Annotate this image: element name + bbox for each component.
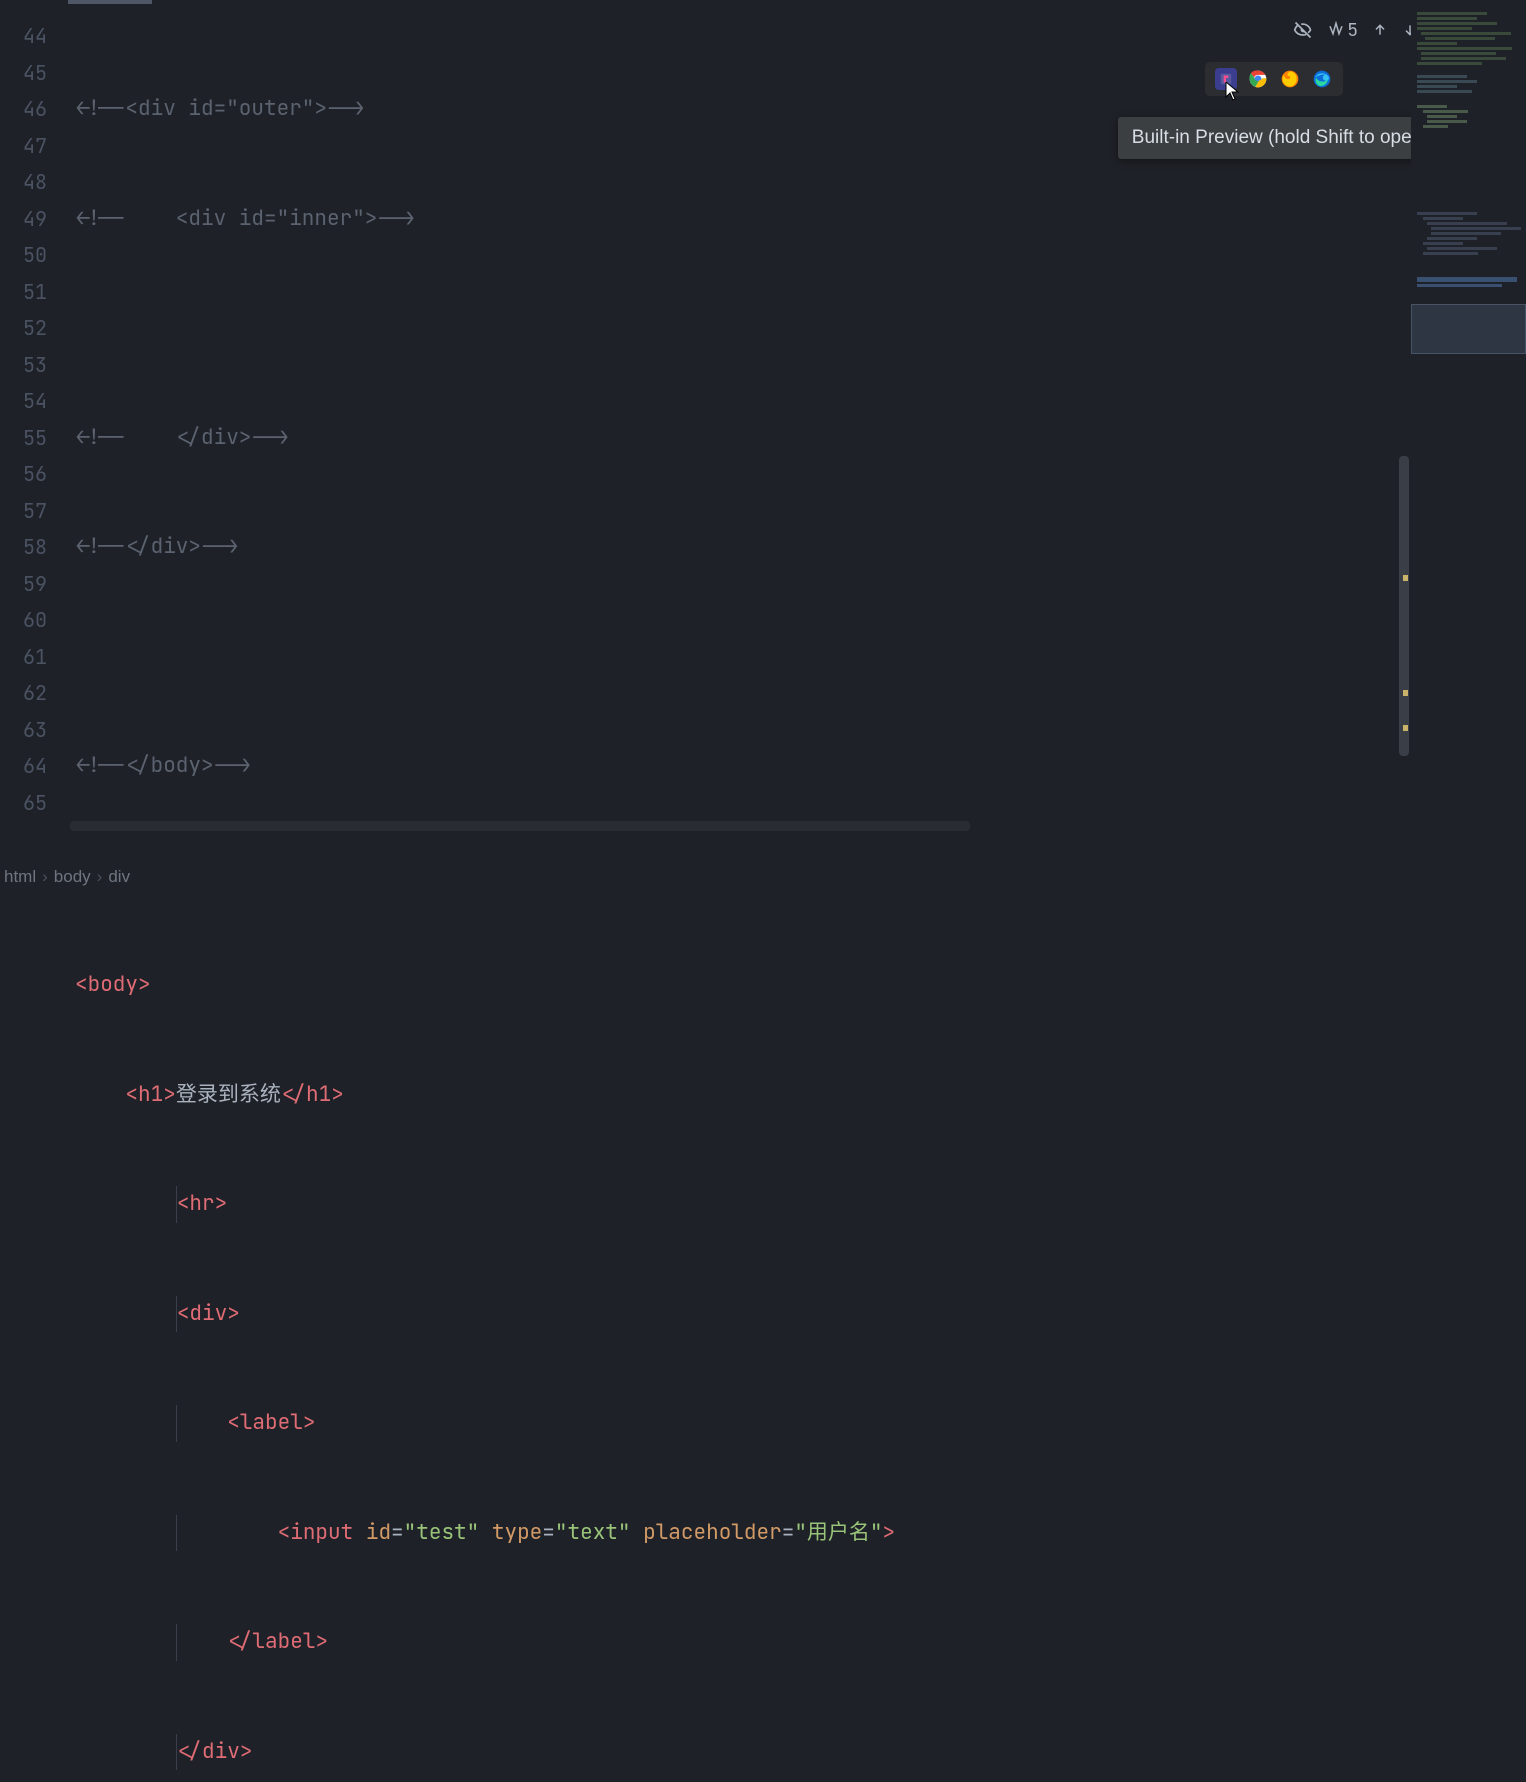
tag-hr: hr [189, 1190, 214, 1217]
line-number: 58 [0, 529, 47, 566]
attr: placeholder [643, 1519, 782, 1546]
comment: <!-- <div id="inner">--> [75, 205, 415, 232]
minimap[interactable] [1411, 0, 1526, 826]
browser-preview-panel [1205, 62, 1343, 96]
comment: <!--</body>--> [75, 752, 251, 779]
warning-marker[interactable] [1403, 690, 1408, 696]
inspection-count-value: 5 [1347, 19, 1358, 42]
line-number: 45 [0, 55, 47, 92]
horizontal-scrollbar[interactable] [70, 821, 970, 831]
line-number: 57 [0, 493, 47, 530]
line-number: 55 [0, 420, 47, 457]
attr: id [366, 1519, 391, 1546]
tag-input: input [290, 1519, 353, 1546]
inspection-count[interactable]: 5 [1327, 18, 1358, 41]
line-number: 60 [0, 602, 47, 639]
line-number: 46 [0, 91, 47, 128]
text-content: 登录到系统 [176, 1081, 281, 1108]
chevron-right-icon: › [42, 867, 48, 887]
line-number: 49 [0, 201, 47, 238]
line-number: 44 [0, 18, 47, 55]
line-number: 56 [0, 456, 47, 493]
builtin-preview-icon[interactable] [1215, 68, 1237, 90]
edge-icon[interactable] [1311, 68, 1333, 90]
tag-div-close: /div [189, 1738, 239, 1765]
attr-value: "用户名" [794, 1519, 882, 1546]
line-number: 50 [0, 237, 47, 274]
line-number: 47 [0, 128, 47, 165]
breadcrumb-item[interactable]: div [108, 867, 130, 887]
tag-body: body [88, 971, 138, 998]
attr-value: "text" [555, 1519, 631, 1546]
chrome-icon[interactable] [1247, 68, 1269, 90]
tag-h1-close: /h1 [293, 1081, 331, 1108]
line-number: 52 [0, 310, 47, 347]
tag-h1: h1 [138, 1081, 163, 1108]
comment: <!-- </div>--> [75, 424, 289, 451]
line-number: 64 [0, 748, 47, 785]
warning-marker[interactable] [1403, 575, 1408, 581]
breadcrumb[interactable]: html › body › div [4, 863, 130, 891]
line-number: 59 [0, 566, 47, 603]
line-number: 65 [0, 785, 47, 822]
tag-label: label [240, 1409, 303, 1436]
arrow-up-icon[interactable] [1372, 22, 1388, 38]
line-number: 51 [0, 274, 47, 311]
line-gutter: 44 45 46 47 48 49 50 51 52 53 54 55 56 5… [0, 0, 65, 826]
line-number: 63 [0, 712, 47, 749]
attr: type [492, 1519, 542, 1546]
tag-div: div [189, 1300, 227, 1327]
line-number: 53 [0, 347, 47, 384]
inspection-toolbar: 5 [1293, 18, 1418, 41]
firefox-icon[interactable] [1279, 68, 1301, 90]
comment: <!--<div id="outer">--> [75, 95, 365, 122]
line-number: 48 [0, 164, 47, 201]
vertical-scrollbar[interactable] [1399, 456, 1409, 756]
line-number: 54 [0, 383, 47, 420]
breadcrumb-item[interactable]: html [4, 867, 36, 887]
chevron-right-icon: › [97, 867, 103, 887]
breadcrumb-item[interactable]: body [54, 867, 91, 887]
tag-label-close: /label [240, 1628, 316, 1655]
attr-value: "test" [404, 1519, 480, 1546]
line-number: 61 [0, 639, 47, 676]
eye-off-icon[interactable] [1293, 20, 1313, 40]
warning-marker[interactable] [1403, 725, 1408, 731]
line-number: 62 [0, 675, 47, 712]
comment: <!--</div>--> [75, 533, 239, 560]
minimap-viewport[interactable] [1411, 304, 1526, 354]
